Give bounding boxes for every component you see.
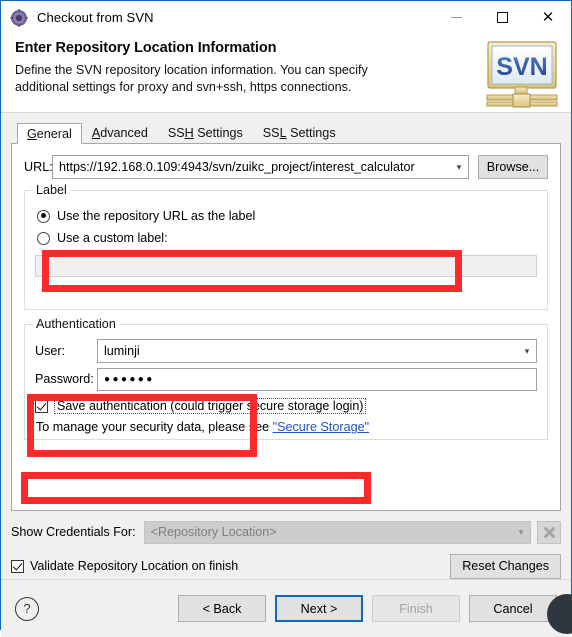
tab-ssh-mnemonic: H	[184, 126, 194, 140]
secure-storage-prefix: To manage your security data, please see	[36, 420, 273, 434]
back-button[interactable]: < Back	[178, 595, 266, 622]
show-credentials-combobox[interactable]: <Repository Location> ▾	[143, 520, 531, 544]
dialog-footer: ? < Back Next > Finish Cancel	[1, 579, 571, 637]
help-icon[interactable]: ?	[15, 596, 39, 621]
svn-app-icon	[10, 8, 28, 27]
chevron-down-icon-user[interactable]: ▾	[518, 340, 536, 362]
user-label: User:	[35, 344, 66, 358]
tab-ssl-mnemonic: L	[279, 126, 287, 140]
chevron-down-icon[interactable]: ▾	[450, 156, 468, 178]
authentication-group-title: Authentication	[33, 317, 119, 331]
chevron-down-icon-credentials[interactable]: ▾	[512, 527, 530, 538]
tab-general[interactable]: General	[17, 123, 82, 144]
wizard-buttons: < Back Next > Finish Cancel	[178, 595, 557, 622]
close-button[interactable]: ✕	[525, 1, 571, 34]
wizard-header: Enter Repository Location Information De…	[1, 34, 571, 113]
minimize-button[interactable]	[433, 1, 479, 34]
user-row: User: luminji ▾	[35, 339, 537, 363]
show-credentials-label: Show Credentials For:	[11, 525, 136, 539]
show-credentials-row: Show Credentials For: <Repository Locati…	[11, 520, 561, 544]
label-group: Label Use the repository URL as the labe…	[24, 183, 548, 310]
clear-credentials-button[interactable]	[537, 520, 561, 544]
svg-text:SVN: SVN	[496, 53, 547, 81]
validate-repository-checkbox-row[interactable]: Validate Repository Location on finish	[11, 555, 238, 577]
tab-advanced[interactable]: Advanced	[82, 122, 158, 143]
reset-changes-button[interactable]: Reset Changes	[450, 553, 561, 579]
radio-icon-repo-url[interactable]	[37, 209, 50, 223]
checkbox-icon-validate-repository[interactable]	[11, 559, 24, 573]
page-description: Define the SVN repository location infor…	[15, 63, 368, 94]
authentication-group: Authentication User: luminji ▾ Password:…	[24, 317, 548, 440]
save-authentication-row[interactable]: Save authentication (could trigger secur…	[35, 395, 537, 417]
checkout-from-svn-dialog: Checkout from SVN ✕ Enter Repository Loc…	[0, 0, 572, 637]
user-input[interactable]: luminji	[98, 344, 518, 358]
radio-icon-custom-label[interactable]	[37, 231, 50, 245]
dialog-body: General Advanced SSH Settings SSL Settin…	[1, 113, 572, 634]
close-icon: ✕	[541, 9, 555, 26]
tab-general-mnemonic: G	[27, 127, 37, 141]
cancel-button[interactable]: Cancel	[469, 595, 557, 622]
url-input[interactable]: https://192.168.0.109:4943/svn/zuikc_pro…	[53, 160, 450, 174]
maximize-button[interactable]	[479, 1, 525, 34]
secure-storage-link[interactable]: "Secure Storage"	[273, 420, 369, 434]
tab-advanced-rest: dvanced	[100, 126, 148, 140]
radio-use-repository-url-label: Use the repository URL as the label	[57, 209, 256, 223]
label-group-title: Label	[33, 183, 70, 197]
tab-advanced-mnemonic: A	[91, 126, 101, 140]
window-controls: ✕	[433, 1, 571, 34]
password-label: Password:	[35, 372, 94, 386]
validate-row: Validate Repository Location on finish R…	[11, 553, 561, 579]
help-label: ?	[23, 601, 31, 616]
password-input[interactable]: ●●●●●●	[98, 374, 155, 385]
finish-button: Finish	[372, 595, 460, 622]
tab-ssh-settings[interactable]: SSH Settings	[158, 122, 253, 143]
secure-storage-note: To manage your security data, please see…	[36, 420, 537, 434]
user-combobox[interactable]: luminji ▾	[97, 339, 537, 363]
save-authentication-label: Save authentication (could trigger secur…	[54, 398, 367, 414]
url-combobox[interactable]: https://192.168.0.109:4943/svn/zuikc_pro…	[52, 155, 469, 179]
radio-use-custom-label-label: Use a custom label:	[57, 231, 168, 245]
radio-use-custom-label[interactable]: Use a custom label:	[37, 227, 537, 249]
password-field[interactable]: ●●●●●●	[97, 367, 537, 391]
url-label: URL:	[24, 160, 53, 174]
radio-use-repository-url[interactable]: Use the repository URL as the label	[37, 205, 537, 227]
url-row: URL: https://192.168.0.109:4943/svn/zuik…	[24, 155, 548, 179]
clear-icon	[543, 526, 555, 538]
password-row: Password: ●●●●●●	[35, 367, 537, 391]
custom-label-input	[35, 255, 537, 277]
tab-ssl-settings[interactable]: SSL Settings	[253, 122, 346, 143]
svn-logo-icon: SVN	[485, 40, 559, 110]
show-credentials-value: <Repository Location>	[150, 525, 277, 539]
tab-general-rest: eneral	[36, 127, 72, 141]
title-bar: Checkout from SVN ✕	[1, 1, 571, 34]
tab-strip: General Advanced SSH Settings SSL Settin…	[11, 122, 561, 144]
checkbox-icon-save-authentication[interactable]	[35, 399, 48, 413]
next-button[interactable]: Next >	[275, 595, 363, 622]
validate-repository-label: Validate Repository Location on finish	[30, 559, 239, 573]
window-title: Checkout from SVN	[37, 10, 154, 25]
browse-button[interactable]: Browse...	[478, 155, 548, 179]
general-tab-panel: URL: https://192.168.0.109:4943/svn/zuik…	[11, 144, 561, 511]
